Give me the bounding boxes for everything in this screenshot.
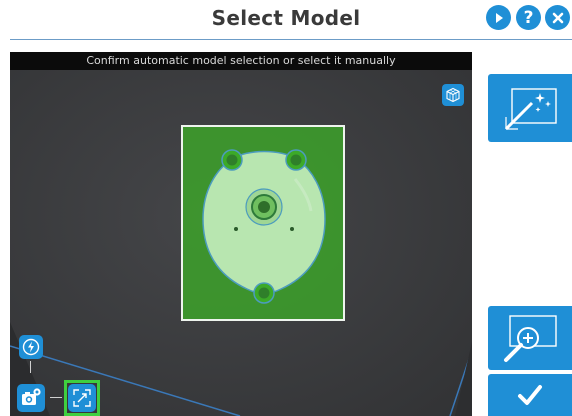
instruction-bar: Confirm automatic model selection or sel… (10, 52, 472, 70)
camera-view[interactable]: Confirm automatic model selection or sel… (10, 52, 472, 416)
auto-select-model-button[interactable] (488, 74, 572, 142)
help-icon: ? (523, 7, 534, 28)
confirm-button[interactable] (488, 374, 572, 416)
fit-to-view-icon (73, 389, 91, 407)
tool-connector (50, 397, 62, 398)
flash-icon (22, 338, 40, 356)
cube-icon (446, 87, 460, 103)
close-icon (552, 12, 563, 23)
model-selection-box[interactable] (181, 125, 345, 321)
select-model-screen: Select Model ? Confirm automatic model s… (0, 0, 572, 416)
camera-settings-icon (22, 388, 41, 405)
header: Select Model ? (0, 0, 572, 40)
detected-part (202, 149, 326, 304)
close-button[interactable] (545, 5, 570, 30)
play-icon (495, 12, 503, 23)
magic-wand-icon (504, 88, 557, 131)
checkmark-icon (518, 385, 542, 405)
flash-button[interactable] (19, 335, 43, 359)
help-button[interactable]: ? (516, 5, 541, 30)
zoom-in-icon (504, 315, 557, 362)
play-button[interactable] (486, 5, 511, 30)
zoom-in-button[interactable] (488, 306, 572, 370)
header-divider (10, 39, 572, 40)
fit-to-view-button[interactable] (68, 384, 96, 412)
view-3d-button[interactable] (442, 84, 464, 106)
camera-settings-button[interactable] (17, 384, 45, 412)
tool-connector (30, 361, 31, 373)
